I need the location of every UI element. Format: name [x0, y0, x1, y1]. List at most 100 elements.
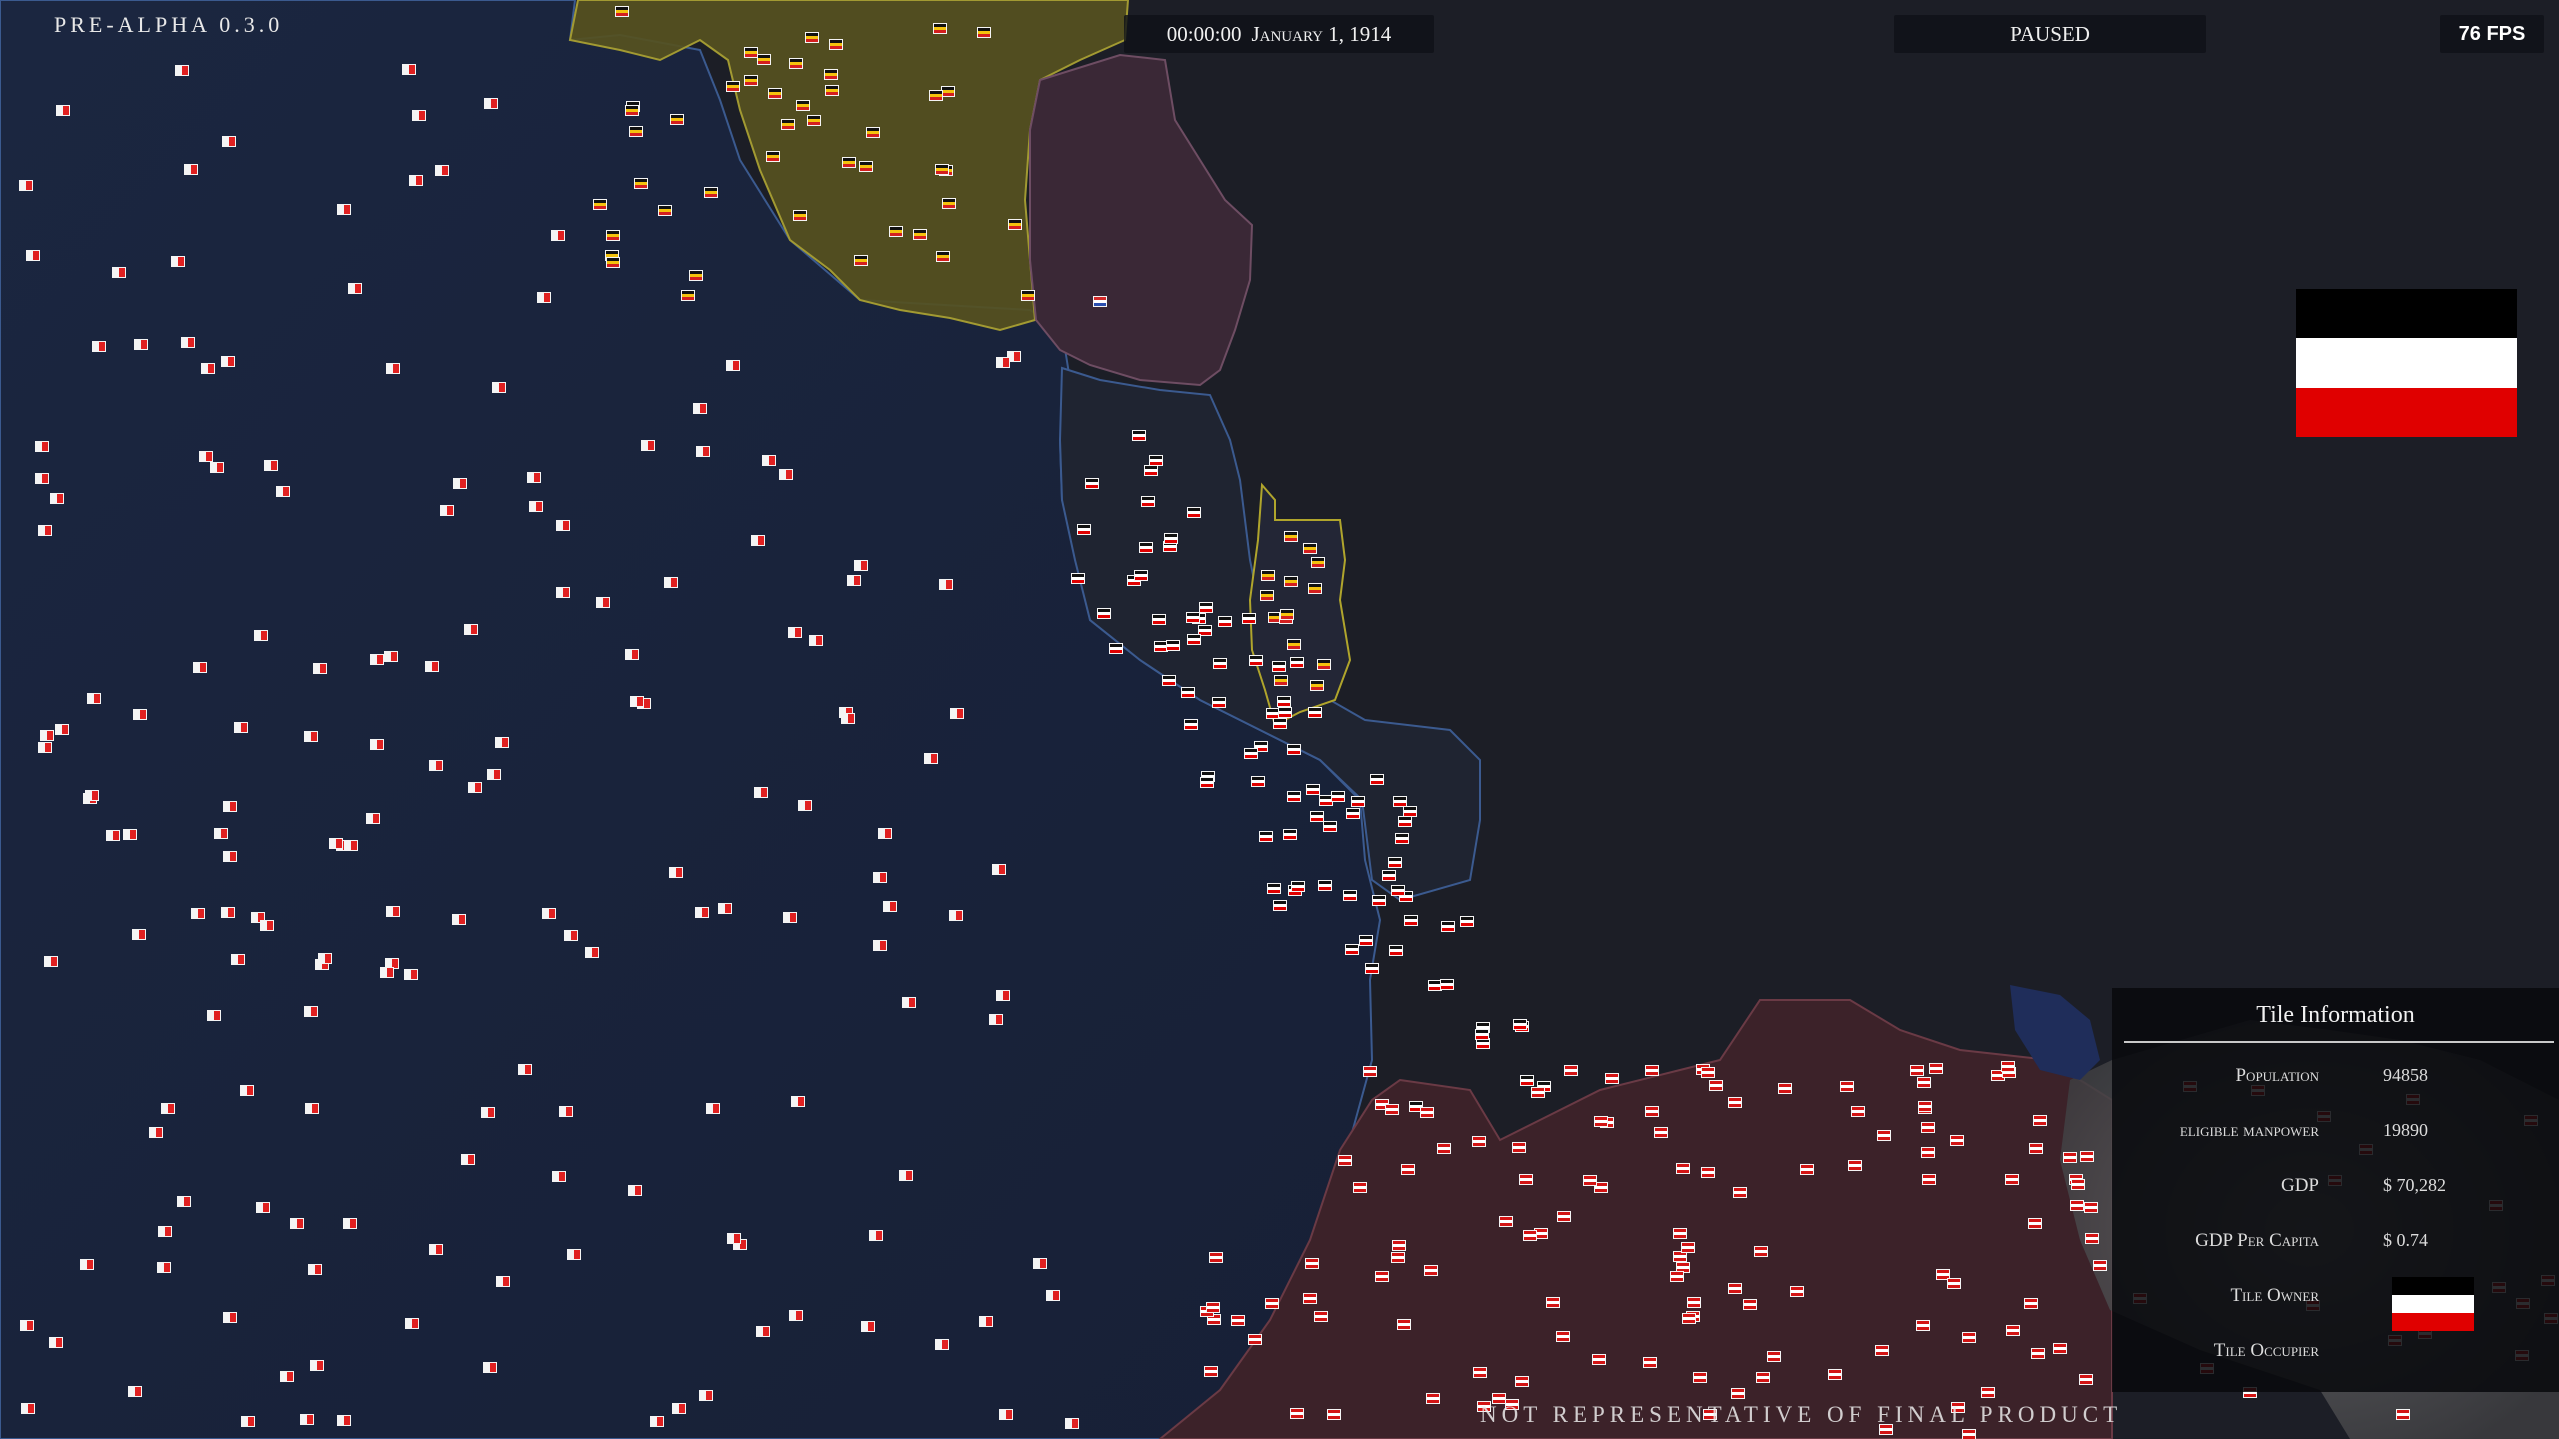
flag-marker-icon[interactable] [941, 86, 955, 97]
flag-marker-icon[interactable] [1317, 659, 1331, 670]
flag-marker-icon[interactable] [1513, 1019, 1527, 1030]
flag-marker-icon[interactable] [634, 178, 648, 189]
flag-marker-icon[interactable] [175, 65, 189, 76]
flag-marker-icon[interactable] [483, 1362, 497, 1373]
flag-marker-icon[interactable] [1306, 784, 1320, 795]
flag-marker-icon[interactable] [1523, 1230, 1537, 1241]
flag-marker-icon[interactable] [933, 23, 947, 34]
flag-marker-icon[interactable] [1372, 895, 1386, 906]
flag-marker-icon[interactable] [606, 257, 620, 268]
flag-marker-icon[interactable] [370, 739, 384, 750]
flag-marker-icon[interactable] [305, 1103, 319, 1114]
flag-marker-icon[interactable] [1305, 1258, 1319, 1269]
flag-marker-icon[interactable] [783, 912, 797, 923]
flag-marker-icon[interactable] [1922, 1174, 1936, 1185]
flag-marker-icon[interactable] [1687, 1297, 1701, 1308]
flag-marker-icon[interactable] [496, 1276, 510, 1287]
flag-marker-icon[interactable] [757, 54, 771, 65]
flag-marker-icon[interactable] [405, 1318, 419, 1329]
flag-marker-icon[interactable] [672, 1403, 686, 1414]
flag-marker-icon[interactable] [1033, 1258, 1047, 1269]
flag-marker-icon[interactable] [435, 165, 449, 176]
flag-marker-icon[interactable] [1213, 658, 1227, 669]
flag-marker-icon[interactable] [1318, 880, 1332, 891]
flag-marker-icon[interactable] [1840, 1081, 1854, 1092]
flag-marker-icon[interactable] [807, 115, 821, 126]
flag-marker-icon[interactable] [1391, 885, 1405, 896]
flag-marker-icon[interactable] [658, 205, 672, 216]
flag-marker-icon[interactable] [744, 75, 758, 86]
flag-marker-icon[interactable] [939, 579, 953, 590]
flag-marker-icon[interactable] [461, 1154, 475, 1165]
flag-marker-icon[interactable] [49, 1337, 63, 1348]
flag-marker-icon[interactable] [2080, 1151, 2094, 1162]
flag-marker-icon[interactable] [1962, 1429, 1976, 1439]
flag-marker-icon[interactable] [1162, 675, 1176, 686]
flag-marker-icon[interactable] [1308, 583, 1322, 594]
flag-marker-icon[interactable] [1204, 1366, 1218, 1377]
flag-marker-icon[interactable] [1947, 1278, 1961, 1289]
flag-marker-icon[interactable] [80, 1259, 94, 1270]
flag-marker-icon[interactable] [44, 956, 58, 967]
flag-marker-icon[interactable] [1287, 791, 1301, 802]
flag-marker-icon[interactable] [276, 486, 290, 497]
flag-marker-icon[interactable] [1327, 1409, 1341, 1420]
flag-marker-icon[interactable] [1654, 1127, 1668, 1138]
flag-marker-icon[interactable] [343, 1218, 357, 1229]
flag-marker-icon[interactable] [1345, 944, 1359, 955]
tile-owner-flag[interactable] [2392, 1277, 2474, 1331]
flag-marker-icon[interactable] [791, 1096, 805, 1107]
flag-marker-icon[interactable] [1323, 821, 1337, 832]
flag-marker-icon[interactable] [384, 651, 398, 662]
flag-marker-icon[interactable] [1346, 808, 1360, 819]
flag-marker-icon[interactable] [157, 1262, 171, 1273]
flag-marker-icon[interactable] [404, 969, 418, 980]
flag-marker-icon[interactable] [664, 577, 678, 588]
flag-marker-icon[interactable] [21, 1403, 35, 1414]
flag-marker-icon[interactable] [425, 661, 439, 672]
flag-marker-icon[interactable] [989, 1014, 1003, 1025]
flag-marker-icon[interactable] [805, 32, 819, 43]
flag-marker-icon[interactable] [210, 462, 224, 473]
flag-marker-icon[interactable] [1290, 1408, 1304, 1419]
flag-marker-icon[interactable] [453, 478, 467, 489]
flag-marker-icon[interactable] [1391, 1252, 1405, 1263]
flag-marker-icon[interactable] [1754, 1246, 1768, 1257]
flag-marker-icon[interactable] [889, 226, 903, 237]
flag-marker-icon[interactable] [630, 696, 644, 707]
flag-marker-icon[interactable] [793, 210, 807, 221]
flag-marker-icon[interactable] [996, 357, 1010, 368]
flag-marker-icon[interactable] [1583, 1175, 1597, 1186]
flag-marker-icon[interactable] [1319, 795, 1333, 806]
flag-marker-icon[interactable] [556, 587, 570, 598]
flag-marker-icon[interactable] [2070, 1200, 2084, 1211]
flag-marker-icon[interactable] [1351, 796, 1365, 807]
flag-marker-icon[interactable] [861, 1321, 875, 1332]
flag-marker-icon[interactable] [2031, 1348, 2045, 1359]
flag-marker-icon[interactable] [481, 1107, 495, 1118]
flag-marker-icon[interactable] [704, 187, 718, 198]
flag-marker-icon[interactable] [1426, 1393, 1440, 1404]
flag-marker-icon[interactable] [1274, 675, 1288, 686]
flag-marker-icon[interactable] [1962, 1332, 1976, 1343]
flag-marker-icon[interactable] [869, 1230, 883, 1241]
flag-marker-icon[interactable] [1093, 296, 1107, 307]
flag-marker-icon[interactable] [35, 441, 49, 452]
flag-marker-icon[interactable] [1877, 1130, 1891, 1141]
flag-marker-icon[interactable] [859, 161, 873, 172]
pause-status-button[interactable]: PAUSED [1894, 15, 2206, 53]
flag-marker-icon[interactable] [310, 1360, 324, 1371]
flag-marker-icon[interactable] [1546, 1297, 1560, 1308]
flag-marker-icon[interactable] [1244, 748, 1258, 759]
flag-marker-icon[interactable] [842, 157, 856, 168]
flag-marker-icon[interactable] [386, 906, 400, 917]
flag-marker-icon[interactable] [1139, 542, 1153, 553]
flag-marker-icon[interactable] [1287, 639, 1301, 650]
flag-marker-icon[interactable] [492, 382, 506, 393]
flag-marker-icon[interactable] [726, 360, 740, 371]
flag-marker-icon[interactable] [2084, 1202, 2098, 1213]
flag-marker-icon[interactable] [999, 1409, 1013, 1420]
flag-marker-icon[interactable] [241, 1416, 255, 1427]
flag-marker-icon[interactable] [1388, 857, 1402, 868]
flag-marker-icon[interactable] [593, 199, 607, 210]
